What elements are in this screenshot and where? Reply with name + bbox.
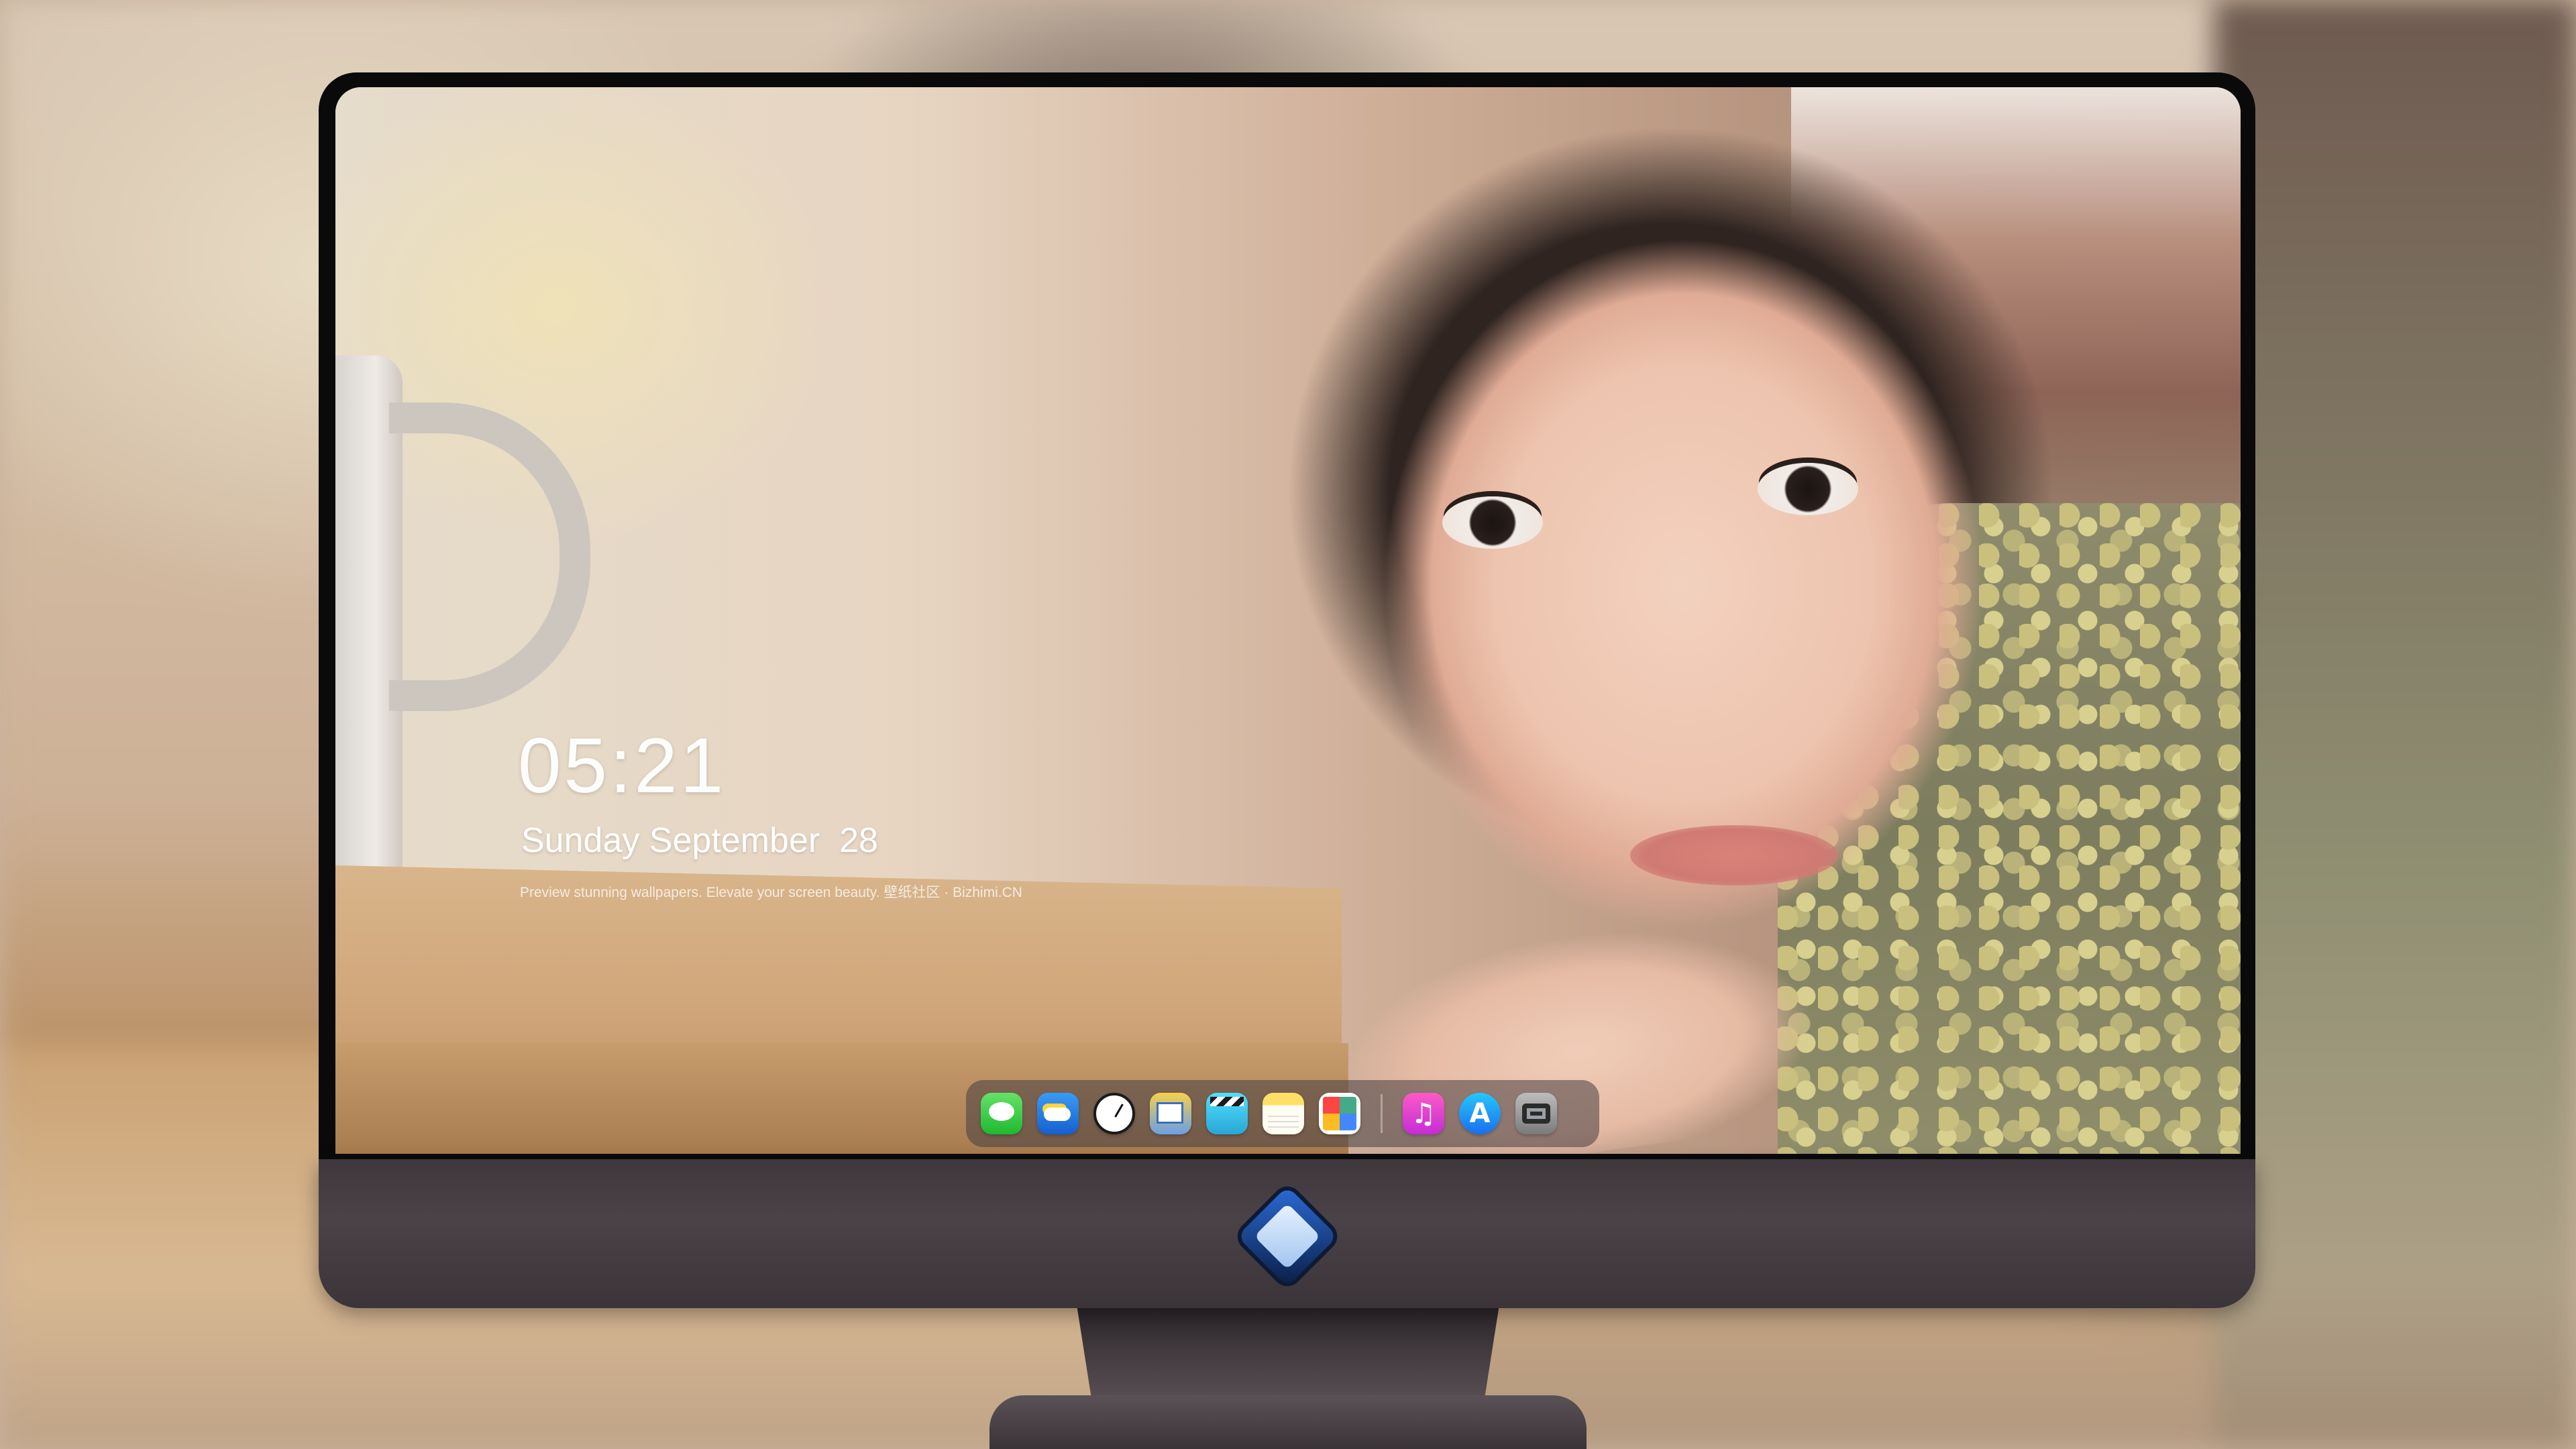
clock-icon[interactable] [1093, 1093, 1135, 1134]
notes-icon[interactable] [1263, 1093, 1304, 1134]
lock-screen-date: Sunday September 28 [521, 821, 878, 860]
music-icon[interactable] [1403, 1093, 1444, 1134]
messages-icon[interactable] [981, 1093, 1022, 1134]
photo-collage-icon[interactable] [1319, 1093, 1360, 1134]
dock-separator [1381, 1094, 1383, 1133]
desktop-screen: 05:21 Sunday September 28 Preview stunni… [335, 87, 2241, 1154]
wallpaper-tagline: Preview stunning wallpapers. Elevate you… [520, 885, 1022, 900]
wallpaper-lips [1630, 825, 1838, 885]
lock-screen-time: 05:21 [518, 722, 727, 809]
video-editor-icon[interactable] [1206, 1093, 1248, 1134]
dock [966, 1080, 1599, 1147]
monitor-stand-base [989, 1395, 1587, 1449]
wallpaper-right-eye [1758, 463, 1858, 515]
weather-icon[interactable] [1037, 1093, 1079, 1134]
app-store-icon[interactable] [1459, 1093, 1501, 1134]
camera-icon[interactable] [1515, 1093, 1557, 1134]
preview-icon[interactable] [1150, 1093, 1191, 1134]
wallpaper-left-eye [1442, 496, 1543, 549]
